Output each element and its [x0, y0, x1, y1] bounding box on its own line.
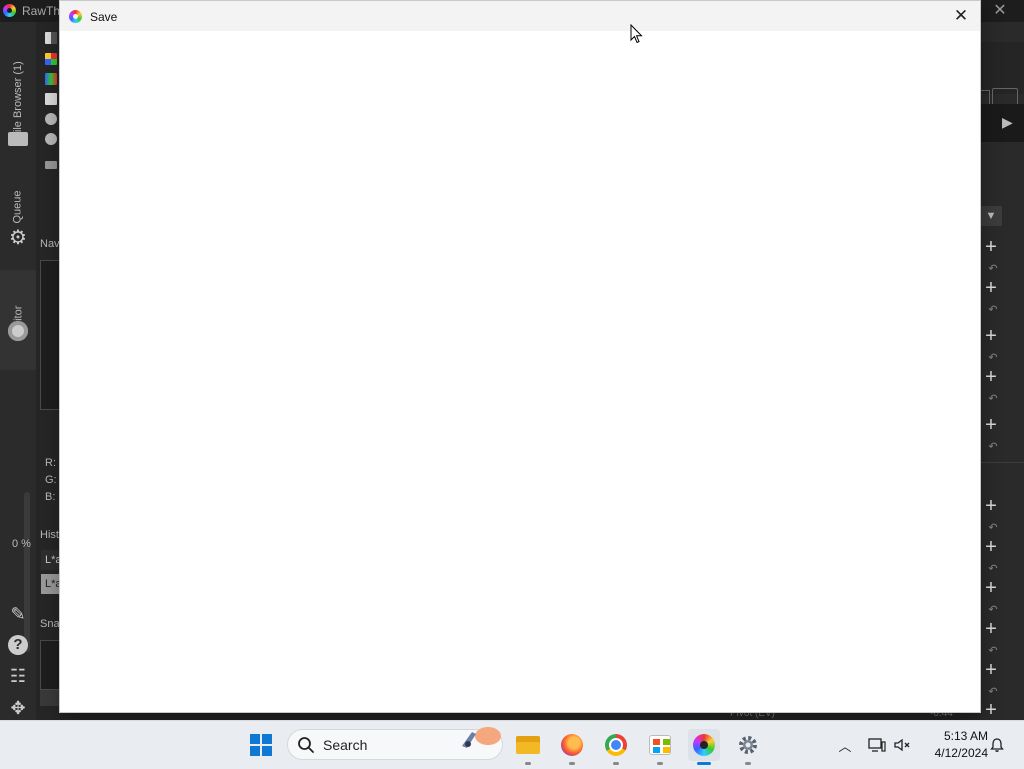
add-icon[interactable]: +: [980, 237, 1002, 257]
folder-icon[interactable]: [6, 128, 30, 152]
add-icon[interactable]: +: [980, 700, 1002, 720]
right-tool-panel: ▶ ▼ + ↶ + ↶ + ↶ + ↶ + ↶ + ↶ + ↶ + ↶ + ↶ …: [980, 22, 1024, 720]
snapshots-add-button[interactable]: [40, 690, 60, 706]
reset-icon[interactable]: ↶: [986, 685, 1000, 699]
add-icon[interactable]: +: [980, 278, 1002, 298]
dialog-titlebar[interactable]: Save ✕: [60, 1, 980, 31]
tab-queue-label: Queue: [12, 190, 24, 224]
search-label: Search: [323, 737, 368, 753]
history-label: History: [40, 529, 60, 541]
add-icon[interactable]: +: [980, 619, 1002, 639]
clock-time[interactable]: 5:13 AM: [930, 729, 988, 743]
mouse-pointer-icon: [630, 24, 643, 44]
help-icon[interactable]: ?: [6, 634, 30, 658]
reset-icon[interactable]: ↶: [986, 303, 1000, 317]
left-sidebar: File Browser (1) Queue ⚙ Editor 0 % ✎ ? …: [0, 22, 38, 720]
histogram-icon[interactable]: [45, 32, 57, 44]
snapshots-list: [40, 640, 62, 690]
add-icon[interactable]: +: [980, 578, 1002, 598]
zoom-slider[interactable]: [24, 492, 30, 652]
add-icon[interactable]: +: [980, 496, 1002, 516]
scroll-right-icon[interactable]: ▶: [1002, 114, 1013, 131]
more-icon[interactable]: [45, 161, 57, 169]
add-icon[interactable]: +: [980, 367, 1002, 387]
add-icon[interactable]: +: [980, 415, 1002, 435]
rawtherapee-taskbar-icon[interactable]: [688, 729, 720, 765]
chrome-icon[interactable]: [600, 729, 632, 765]
volume-muted-icon[interactable]: [891, 729, 913, 761]
clock-date[interactable]: 4/12/2024: [920, 746, 988, 760]
rgb-g-label: G:: [45, 474, 57, 486]
profile-dropdown-chevron-icon[interactable]: ▼: [980, 206, 1002, 226]
add-icon[interactable]: +: [980, 660, 1002, 680]
search-icon: [298, 737, 314, 753]
reset-icon[interactable]: ↶: [986, 644, 1000, 658]
rawtherapee-app-icon: [3, 4, 16, 17]
aperture-icon[interactable]: [6, 320, 30, 344]
gears-icon[interactable]: ⚙: [6, 226, 30, 250]
crosshair-icon[interactable]: [45, 133, 57, 145]
microsoft-store-icon[interactable]: [644, 729, 676, 765]
history-row[interactable]: L*a*b: [41, 550, 60, 570]
taskbar-search-box[interactable]: Search: [287, 727, 503, 760]
network-icon[interactable]: [866, 729, 888, 761]
start-windows-icon[interactable]: [245, 729, 277, 761]
dialog-close-button[interactable]: ✕: [950, 5, 972, 27]
color-picker-icon[interactable]: ✎: [6, 602, 30, 626]
divider: [980, 462, 1024, 463]
rgb-b-label: B:: [45, 491, 56, 503]
layers-icon[interactable]: [45, 93, 57, 105]
taskbar: Search ︿ 5:13 AM 4/12/2024: [0, 720, 1024, 769]
lens-icon[interactable]: [45, 113, 57, 125]
navigator-label: Navigator: [40, 238, 60, 250]
move-icon[interactable]: ✥: [6, 696, 30, 720]
dialog-body: [60, 31, 980, 712]
reset-icon[interactable]: ↶: [986, 562, 1000, 576]
add-icon[interactable]: +: [980, 326, 1002, 346]
reset-icon[interactable]: ↶: [986, 521, 1000, 535]
reset-icon[interactable]: ↶: [986, 603, 1000, 617]
rgb-r-label: R:: [45, 457, 56, 469]
notification-bell-icon[interactable]: [986, 729, 1008, 761]
show-hidden-icons-chevron-icon[interactable]: ︿: [834, 729, 856, 761]
reset-icon[interactable]: ↶: [986, 440, 1000, 454]
reset-icon[interactable]: ↶: [986, 262, 1000, 276]
background-window-close-icon[interactable]: ✕: [990, 1, 1010, 21]
file-explorer-icon[interactable]: [512, 729, 544, 765]
search-highlight-illustration-icon: [462, 727, 501, 748]
right-panel-tab-bar: ▶: [980, 104, 1024, 142]
rgb-histogram-icon[interactable]: [45, 73, 57, 85]
right-panel-header: [980, 42, 1024, 106]
firefox-icon[interactable]: [556, 729, 588, 765]
add-icon[interactable]: +: [980, 537, 1002, 557]
color-grid-icon[interactable]: [45, 53, 57, 65]
save-dialog: Save ✕: [60, 1, 980, 712]
zoom-percent: 0 %: [12, 538, 31, 550]
reset-icon[interactable]: ↶: [986, 351, 1000, 365]
snapshots-label: Snapshots: [40, 618, 60, 630]
reset-icon[interactable]: ↶: [986, 392, 1000, 406]
history-row-selected[interactable]: L*a*b: [41, 574, 60, 594]
rawtherapee-app-icon: [69, 10, 82, 23]
dialog-title: Save: [90, 10, 118, 24]
navigator-preview: [40, 260, 62, 410]
adjustments-icon[interactable]: ☷: [6, 664, 30, 688]
settings-gear-icon[interactable]: [732, 729, 764, 765]
